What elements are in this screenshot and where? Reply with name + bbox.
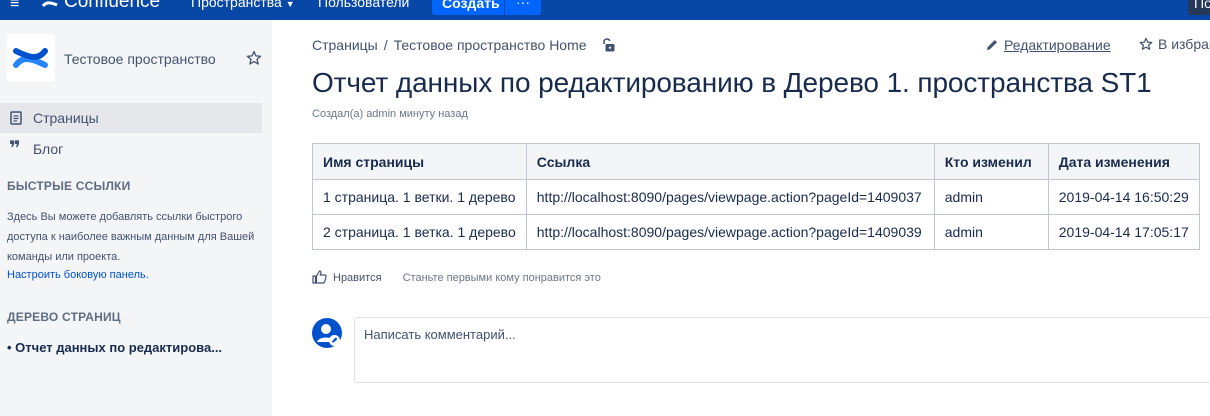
comment-input[interactable]: Написать комментарий... xyxy=(354,317,1210,383)
like-button[interactable]: Нравится xyxy=(312,270,385,284)
column-header-link: Ссылка xyxy=(525,143,935,180)
spaces-menu-label: Пространства xyxy=(191,0,282,10)
sidebar-item-blog[interactable]: ❞ Блог xyxy=(0,134,262,164)
unlock-icon[interactable] xyxy=(601,38,615,52)
cell-modified-by: admin xyxy=(933,179,1049,215)
space-sidebar: Тестовое пространство Страницы ❞ Блог БЫ… xyxy=(0,20,272,416)
user-avatar-icon xyxy=(312,318,342,348)
breadcrumb-pages-link[interactable]: Страницы xyxy=(312,37,378,53)
favorite-button-label: В избранное xyxy=(1158,36,1210,52)
pencil-icon xyxy=(987,40,997,50)
sidebar-item-label: Страницы xyxy=(33,110,99,126)
star-icon[interactable] xyxy=(246,50,262,66)
column-header-modified-date: Дата изменения xyxy=(1047,143,1200,180)
top-navigation-bar: ≡ Confluence Пространства ▼ Пользователи… xyxy=(0,0,1210,20)
more-create-options-button[interactable]: ··· xyxy=(505,0,541,15)
sidebar-item-pages[interactable]: Страницы xyxy=(0,103,262,133)
edit-report-table: Имя страницы Ссылка Кто изменил Дата изм… xyxy=(312,143,1200,250)
star-icon xyxy=(1139,37,1153,50)
cell-page-name: 2 страница. 1 ветка. 1 дерево xyxy=(312,214,527,250)
chevron-down-icon: ▼ xyxy=(285,0,295,9)
like-button-label: Нравится xyxy=(333,272,382,284)
confluence-space-logo-icon xyxy=(13,48,48,68)
column-header-modified-by: Кто изменил xyxy=(933,143,1049,180)
spaces-menu[interactable]: Пространства ▼ xyxy=(191,0,295,13)
search-button[interactable]: По xyxy=(1188,0,1210,15)
page-icon xyxy=(10,111,22,125)
thumbs-up-icon xyxy=(312,270,327,284)
page-tree-heading: ДЕРЕВО СТРАНИЦ xyxy=(7,310,121,324)
configure-sidebar-link[interactable]: Настроить боковую панель. xyxy=(7,265,149,285)
edit-button[interactable]: Редактирование xyxy=(985,37,1111,53)
space-name[interactable]: Тестовое пространство xyxy=(64,51,216,67)
comment-placeholder: Написать комментарий... xyxy=(364,327,516,342)
cell-modified-by: admin xyxy=(933,214,1049,250)
cell-page-name: 1 страница. 1 ветки. 1 дерево xyxy=(312,179,527,215)
app-logo-text[interactable]: Confluence xyxy=(64,0,160,13)
quote-icon: ❞ xyxy=(9,138,21,160)
likes-section: Нравится Станьте первыми кому понравится… xyxy=(312,270,601,284)
breadcrumb-space-home-link[interactable]: Тестовое пространство Home xyxy=(394,37,587,53)
quick-links-heading: БЫСТРЫЕ ССЫЛКИ xyxy=(7,179,131,193)
cell-modified-date: 2019-04-14 16:50:29 xyxy=(1047,179,1200,215)
table-row: 1 страница. 1 ветки. 1 дерево http://loc… xyxy=(312,179,1200,215)
cell-link: http://localhost:8090/pages/viewpage.act… xyxy=(525,214,935,250)
table-row: 2 страница. 1 ветка. 1 дерево http://loc… xyxy=(312,214,1200,250)
cell-link: http://localhost:8090/pages/viewpage.act… xyxy=(525,179,935,215)
column-header-page-name: Имя страницы xyxy=(312,143,527,180)
edit-button-label: Редактирование xyxy=(1004,37,1111,53)
confluence-logo-icon[interactable] xyxy=(42,0,58,10)
breadcrumb: Страницы / Тестовое пространство Home xyxy=(312,37,587,53)
page-tree-item[interactable]: • Отчет данных по редактирова... xyxy=(7,340,222,355)
create-button[interactable]: Создать xyxy=(432,0,504,15)
quick-links-description: Здесь Вы можете добавлять ссылки быстрог… xyxy=(7,211,255,263)
table-header-row: Имя страницы Ссылка Кто изменил Дата изм… xyxy=(312,143,1200,180)
space-avatar[interactable] xyxy=(7,34,55,82)
app-switcher-icon[interactable]: ≡ xyxy=(10,0,19,12)
page-byline: Создал(а) admin минуту назад xyxy=(312,108,468,120)
breadcrumb-separator: / xyxy=(383,37,388,53)
likes-summary: Станьте первыми кому понравится это xyxy=(402,272,601,284)
favorite-button[interactable]: В избранное xyxy=(1139,36,1210,52)
cell-modified-date: 2019-04-14 17:05:17 xyxy=(1047,214,1200,250)
users-menu[interactable]: Пользователи xyxy=(318,0,409,11)
sidebar-item-label: Блог xyxy=(33,141,64,157)
page-title: Отчет данных по редактированию в Дерево … xyxy=(312,67,1152,98)
